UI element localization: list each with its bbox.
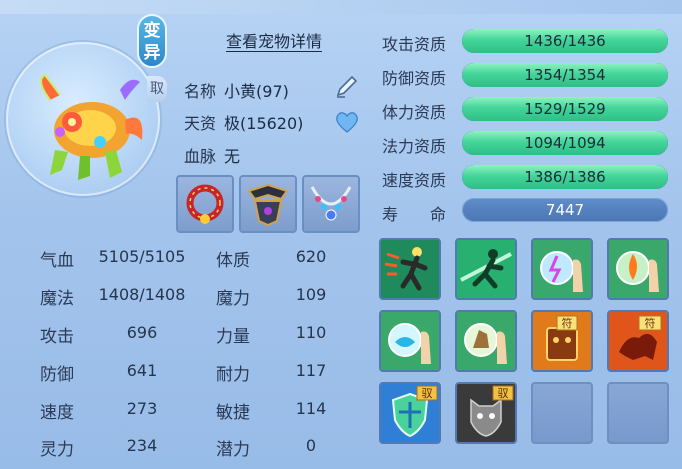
attack-aptitude-bar: 1436/1436: [462, 29, 668, 53]
pet-portrait: [40, 73, 143, 180]
pet-bloodline-row: 血脉无: [184, 143, 240, 167]
skill-slot-3[interactable]: [531, 238, 593, 300]
stat-value: 110: [295, 323, 327, 342]
skill-slot-2[interactable]: [455, 238, 517, 300]
pet-name-row: 名称 小黄(97): [184, 78, 289, 102]
speed-aptitude-bar: 1386/1386: [462, 165, 668, 189]
attack-aptitude-label: 攻击资质: [382, 35, 447, 54]
stat-value: 114: [295, 399, 327, 418]
talisman-mask-skill-icon: 符: [533, 312, 591, 370]
stat-label: 耐力: [216, 365, 250, 385]
mutation-badge: 变异: [137, 14, 167, 68]
bloodline-value: 无: [224, 147, 241, 166]
equipment-slot-collar[interactable]: [176, 175, 234, 233]
fire-palm-skill-icon: [609, 240, 667, 298]
stat-label: 潜力: [216, 440, 250, 460]
lightning-palm-skill-icon: [533, 240, 591, 298]
stat-label: 气血: [40, 251, 74, 271]
stat-value: 1408/1408: [98, 285, 186, 304]
stat-label: 力量: [216, 327, 250, 347]
stat-label: 防御: [40, 365, 74, 385]
stat-value: 273: [126, 399, 158, 418]
aptitude-label: 天资: [184, 114, 217, 133]
name-label: 名称: [184, 82, 217, 101]
magic-aptitude-label: 法力资质: [382, 137, 447, 156]
stat-value: 620: [295, 247, 327, 266]
bloodline-label: 血脉: [184, 147, 217, 166]
stat-value: 234: [126, 436, 158, 455]
dash-skill-icon: [457, 240, 515, 298]
shield-skill-icon: 驭: [381, 384, 439, 442]
stat-label: 速度: [40, 403, 74, 423]
aptitude-value: 1529/1529: [524, 100, 606, 118]
defense-aptitude-label: 防御资质: [382, 69, 447, 88]
skill-slot-4[interactable]: [607, 238, 669, 300]
defense-aptitude-bar: 1354/1354: [462, 63, 668, 87]
lifespan-value: 7447: [545, 201, 585, 219]
pet-aptitude-row: 天资 极(15620): [184, 110, 303, 134]
tame-tag: 驭: [498, 387, 509, 400]
pet-info-panel: 变异 取 查看宠物详情 名称 小黄(97) 天资 极(15620) 血脉无 气血…: [0, 0, 682, 469]
skill-slot-9[interactable]: 驭: [379, 382, 441, 444]
stat-value: 117: [295, 361, 327, 380]
lifespan-label: 寿 命: [382, 205, 447, 224]
skill-slot-10[interactable]: 驭: [455, 382, 517, 444]
view-pet-details-link[interactable]: 查看宠物详情: [226, 28, 322, 52]
water-palm-skill-icon: [381, 312, 439, 370]
stat-label: 敏捷: [216, 403, 250, 423]
stat-value: 696: [126, 323, 158, 342]
side-tab[interactable]: 取: [147, 76, 167, 102]
skill-slot-6[interactable]: [455, 310, 517, 372]
skill-slot-8[interactable]: 符: [607, 310, 669, 372]
stamina-aptitude-bar: 1529/1529: [462, 97, 668, 121]
speed-aptitude-label: 速度资质: [382, 171, 447, 190]
stat-label: 体质: [216, 251, 250, 271]
name-value: 小黄(97): [224, 82, 289, 101]
talisman-tag: 符: [562, 317, 573, 330]
necklace-icon: [310, 186, 352, 221]
stamina-aptitude-label: 体力资质: [382, 103, 447, 122]
favorite-heart-icon[interactable]: [334, 110, 360, 134]
stat-value: 5105/5105: [98, 247, 186, 266]
stat-label: 魔法: [40, 289, 74, 309]
lifespan-bar: 7447: [462, 198, 668, 222]
stat-label: 魔力: [216, 289, 250, 309]
skill-slot-empty[interactable]: [531, 382, 593, 444]
stat-value: 0: [305, 436, 317, 455]
skill-slot-empty[interactable]: [607, 382, 669, 444]
aptitude-value: 1094/1094: [524, 134, 606, 152]
skill-slot-5[interactable]: [379, 310, 441, 372]
stat-value: 641: [126, 361, 158, 380]
earth-palm-skill-icon: [457, 312, 515, 370]
tame-tag: 驭: [422, 387, 433, 400]
talisman-tag: 符: [645, 317, 656, 330]
beast-head-skill-icon: 驭: [457, 384, 515, 442]
aptitude-value: 极(15620): [224, 114, 304, 133]
armor-icon: [247, 183, 289, 227]
skill-slot-7[interactable]: 符: [531, 310, 593, 372]
stat-value: 109: [295, 285, 327, 304]
skill-slot-1[interactable]: [379, 238, 441, 300]
magic-aptitude-bar: 1094/1094: [462, 131, 668, 155]
equipment-slot-armor[interactable]: [239, 175, 297, 233]
equipment-slot-necklace[interactable]: [302, 175, 360, 233]
talisman-beast-skill-icon: 符: [609, 312, 667, 370]
stat-label: 灵力: [40, 440, 74, 460]
aptitude-value: 1436/1436: [524, 32, 606, 50]
aptitude-value: 1354/1354: [524, 66, 606, 84]
aptitude-value: 1386/1386: [524, 168, 606, 186]
collar-icon: [186, 184, 224, 224]
stat-label: 攻击: [40, 327, 74, 347]
runner-skill-icon: [381, 240, 439, 298]
rename-pen-icon[interactable]: [334, 73, 360, 99]
